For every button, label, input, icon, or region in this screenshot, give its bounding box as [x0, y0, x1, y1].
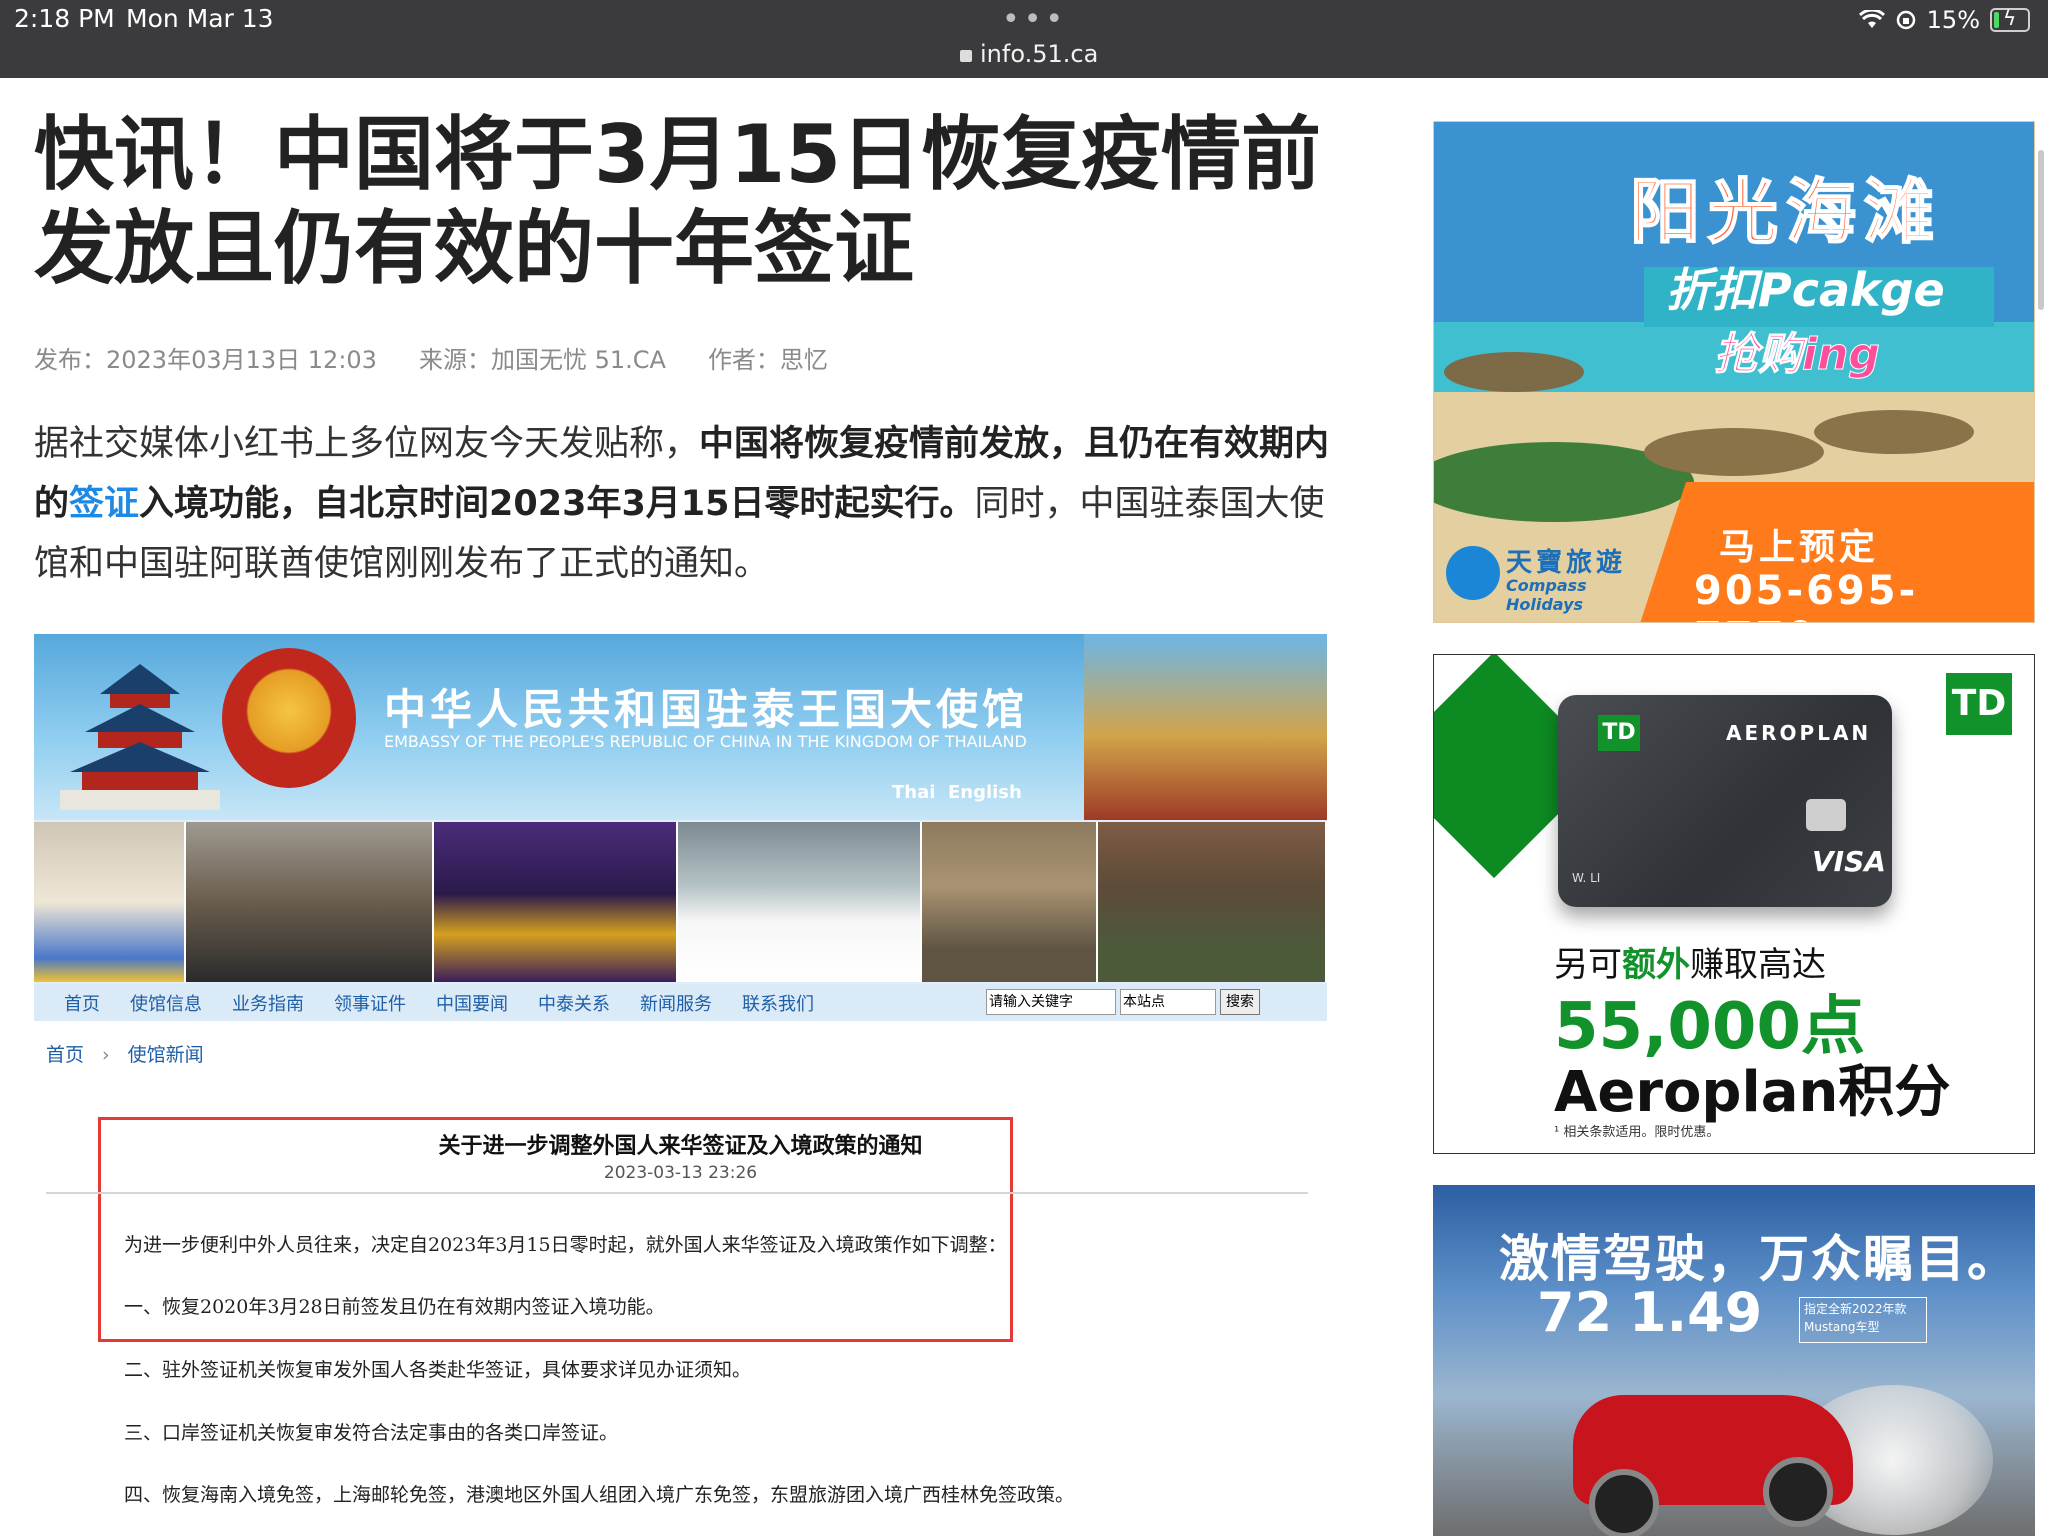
brand-cn: 天寶旅遊: [1506, 548, 1627, 578]
embassy-nav-item: 使馆信息: [130, 993, 202, 1015]
td-ad-program: Aeroplan积分: [1554, 1060, 1951, 1125]
td-card-logo-icon: TD: [1598, 715, 1640, 751]
embassy-banner: 中华人民共和国驻泰王国大使馆 EMBASSY OF THE PEOPLE'S R…: [34, 634, 1327, 820]
article-lede: 据社交媒体小红书上多位网友今天发贴称，中国将恢复疫情前发放，且仍在有效期内的签证…: [34, 414, 1344, 594]
embassy-screenshot: 中华人民共和国驻泰王国大使馆 EMBASSY OF THE PEOPLE'S R…: [34, 634, 1327, 1021]
card-brand: AEROPLAN: [1726, 721, 1872, 745]
embassy-nav-item: 新闻服务: [640, 993, 712, 1015]
embassy-nav-item: 领事证件: [334, 993, 406, 1015]
ford-mustang-ad[interactable]: 激情驾驶，万众瞩目。 72 1.49 指定全新2022年款Mustang车型: [1433, 1185, 2035, 1536]
travel-ad[interactable]: 阳光海滩 折扣Pcakge 抢购ing 马上预定 905-695-7770 天寶…: [1433, 121, 2035, 623]
battery-icon: ϟ: [1990, 6, 2030, 32]
more-options-icon[interactable]: •••: [1002, 2, 1067, 37]
wheel-icon: [1589, 1469, 1659, 1536]
url-text: info.51.ca: [980, 40, 1099, 68]
orientation-lock-icon: [1896, 10, 1915, 30]
photo-1: [34, 822, 186, 982]
temple-of-heaven-image: [60, 664, 220, 810]
notice-paragraph: 三、口岸签证机关恢复审发符合法定事由的各类口岸签证。: [124, 1422, 619, 1444]
notice-paragraph: 为进一步便利中外人员往来，决定自2023年3月15日零时起，就外国人来华签证及入…: [124, 1234, 1007, 1256]
notice-paragraph: 四、恢复海南入境免签，上海邮轮免签，港澳地区外国人组团入境广东免签，东盟旅游团入…: [124, 1484, 1075, 1506]
embassy-search-button: 搜索: [1220, 989, 1260, 1015]
compass-logo-icon: [1446, 546, 1500, 600]
photo-2: [186, 822, 434, 982]
grand-palace-image: [1084, 634, 1327, 820]
ford-ad-rate: 1.49: [1629, 1281, 1763, 1344]
photo-3: [434, 822, 678, 982]
embassy-language-links: Thai English: [892, 782, 1022, 803]
embassy-nav-item: 中泰关系: [538, 993, 610, 1015]
lang-thai: Thai: [892, 782, 936, 803]
notice-date: 2023-03-13 23:26: [603, 1163, 758, 1183]
td-ad-fine-print: ¹ 相关条款适用。限时优惠。: [1554, 1125, 1720, 1140]
embassy-nav-item: 首页: [64, 993, 100, 1015]
battery-percent: 15%: [1926, 6, 1980, 34]
credit-card-image: TD AEROPLAN VISA W. LI: [1558, 695, 1892, 907]
ford-ad-model-box: 指定全新2022年款Mustang车型: [1799, 1297, 1927, 1343]
lock-icon: [960, 50, 972, 62]
article-headline: 快讯！中国将于3月15日恢复疫情前发放且仍有效的十年签证: [34, 108, 1321, 295]
photo-6: [1098, 822, 1327, 982]
embassy-photo-strip: [34, 822, 1327, 982]
embassy-search: 请输入关键字 本站点 搜索: [986, 989, 1260, 1015]
national-emblem-icon: [222, 648, 356, 788]
address-bar[interactable]: info.51.ca: [960, 40, 1098, 68]
visa-link[interactable]: 签证: [69, 484, 139, 524]
wifi-icon: [1858, 10, 1885, 28]
status-bar: 2:18 PM Mon Mar 13 ••• info.51.ca 15% ϟ: [0, 0, 2048, 78]
embassy-search-input: 请输入关键字: [986, 989, 1116, 1015]
lang-english: English: [947, 782, 1022, 803]
article-author: 作者：思忆: [707, 346, 828, 374]
embassy-nav-item: 中国要闻: [436, 993, 508, 1015]
travel-ad-title: 阳光海滩: [1629, 170, 1942, 254]
travel-ad-line2: 折扣Pcakge: [1666, 263, 1945, 317]
divider: [46, 1192, 1308, 1194]
breadcrumb-news: 使馆新闻: [127, 1044, 204, 1066]
publish-date: 发布：2023年03月13日 12:03: [34, 346, 377, 374]
card-chip-icon: [1806, 799, 1846, 831]
td-aeroplan-ad[interactable]: TD AEROPLAN VISA W. LI TD 另可额外赚取高达 55,00…: [1433, 654, 2035, 1154]
status-time: 2:18 PM: [14, 4, 115, 33]
status-indicators: 15% ϟ: [1858, 6, 2030, 34]
article-meta: 发布：2023年03月13日 12:03 来源：加国无忧 51.CA 作者：思忆: [34, 340, 828, 375]
lede-bold-2: 入境功能，自北京时间2023年3月15日零时起实行。: [139, 484, 975, 524]
embassy-nav: 首页 使馆信息 业务指南 领事证件 中国要闻 中泰关系 新闻服务 联系我们 请输…: [34, 984, 1327, 1021]
status-date: Mon Mar 13: [126, 4, 274, 33]
chevron-right-icon: ›: [102, 1044, 110, 1066]
td-logo-icon: TD: [1946, 673, 2012, 735]
travel-ad-phone: 905-695-7770: [1694, 568, 1919, 622]
lede-text: 据社交媒体小红书上多位网友今天发贴称，: [34, 424, 700, 464]
compass-holidays-logo: 天寶旅遊 Compass Holidays: [1446, 542, 1644, 614]
photo-5: [922, 822, 1098, 982]
notice-paragraph: 二、驻外签证机关恢复审发外国人各类赴华签证，具体要求详见办证须知。: [124, 1359, 752, 1381]
scrollbar[interactable]: [2038, 150, 2044, 310]
embassy-nav-item: 业务指南: [232, 993, 304, 1015]
embassy-title: 中华人民共和国驻泰王国大使馆: [384, 685, 1029, 734]
embassy-search-scope: 本站点: [1120, 989, 1216, 1015]
notice-paragraph: 一、恢复2020年3月28日前签发且仍在有效期内签证入境功能。: [124, 1296, 665, 1318]
travel-ad-line3: 抢购ing: [1714, 329, 1881, 381]
brand-en: Compass Holidays: [1506, 576, 1587, 614]
visa-logo: VISA: [1812, 845, 1886, 878]
article-source: 来源：加国无忧 51.CA: [418, 346, 666, 374]
breadcrumb: 首页 › 使馆新闻: [46, 1040, 204, 1067]
notice-title: 关于进一步调整外国人来华签证及入境政策的通知: [438, 1133, 923, 1159]
travel-ad-cta: 马上预定: [1719, 527, 1880, 568]
embassy-subtitle: EMBASSY OF THE PEOPLE'S REPUBLIC OF CHIN…: [384, 732, 1027, 751]
wheel-icon: [1763, 1457, 1833, 1527]
card-holder-name: W. LI: [1572, 871, 1601, 885]
ford-ad-months: 72: [1537, 1281, 1613, 1344]
breadcrumb-home: 首页: [46, 1044, 85, 1066]
embassy-nav-item: 联系我们: [742, 993, 814, 1015]
photo-4: [678, 822, 922, 982]
